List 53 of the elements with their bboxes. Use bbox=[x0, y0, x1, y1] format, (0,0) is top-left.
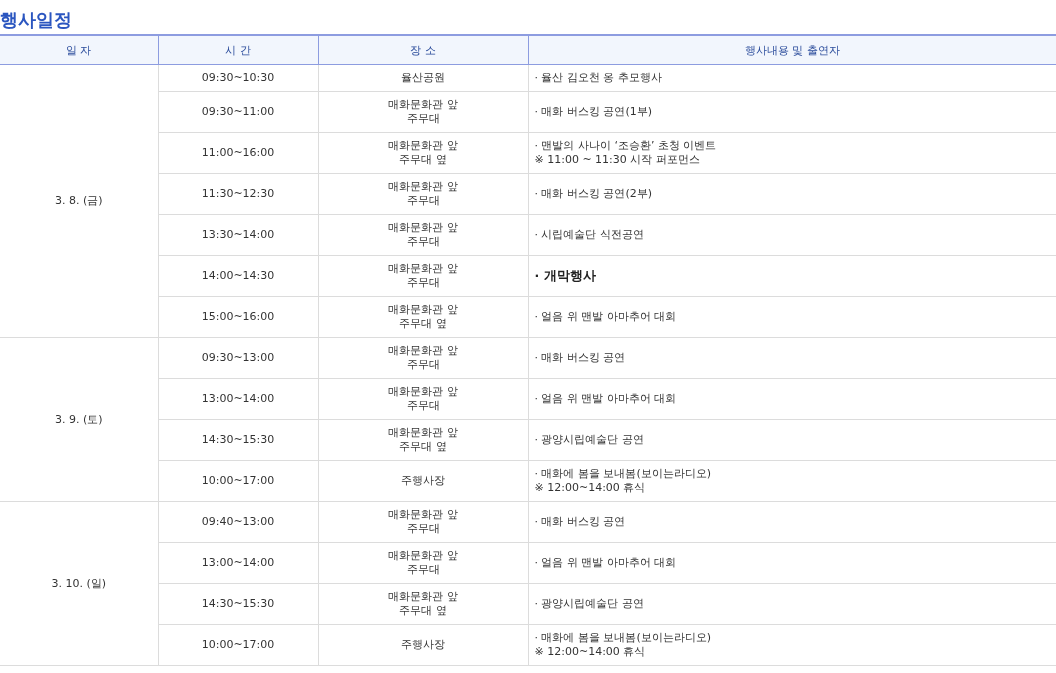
place-cell: 매화문화관 앞 주무대 옆 bbox=[318, 419, 528, 461]
time-cell: 14:00~14:30 bbox=[158, 255, 318, 297]
content-cell: · 매화에 봄을 보내봄(보이는라디오) ※ 12:00~14:00 휴식 bbox=[528, 460, 1056, 502]
content-cell: · 시립예술단 식전공연 bbox=[528, 214, 1056, 256]
time-cell: 13:00~14:00 bbox=[158, 542, 318, 584]
time-cell: 09:30~11:00 bbox=[158, 91, 318, 133]
content-cell: · 매화 버스킹 공연 bbox=[528, 337, 1056, 379]
place-cell: 매화문화관 앞 주무대 bbox=[318, 255, 528, 297]
time-cell: 14:30~15:30 bbox=[158, 583, 318, 625]
place-cell: 매화문화관 앞 주무대 bbox=[318, 214, 528, 256]
column-header: 시 간 bbox=[158, 35, 318, 65]
place-cell: 매화문화관 앞 주무대 bbox=[318, 91, 528, 133]
place-cell: 매화문화관 앞 주무대 bbox=[318, 378, 528, 420]
content-cell: · 얼음 위 맨발 아마추어 대회 bbox=[528, 378, 1056, 420]
time-cell: 14:30~15:30 bbox=[158, 419, 318, 461]
content-cell: · 광양시립예술단 공연 bbox=[528, 583, 1056, 625]
time-cell: 11:30~12:30 bbox=[158, 173, 318, 215]
time-cell: 13:00~14:00 bbox=[158, 378, 318, 420]
content-cell: · 개막행사 bbox=[528, 255, 1056, 297]
date-cell: 3. 8. (금) bbox=[0, 64, 158, 338]
place-cell: 매화문화관 앞 주무대 bbox=[318, 501, 528, 543]
place-cell: 매화문화관 앞 주무대 bbox=[318, 173, 528, 215]
column-header: 일 자 bbox=[0, 35, 158, 65]
content-cell: · 맨발의 사나이 ‘조승환’ 초청 이벤트 ※ 11:00 ~ 11:30 시작 퍼포먼스 bbox=[528, 132, 1056, 174]
date-cell: 3. 10. (일) bbox=[0, 501, 158, 666]
place-cell: 주행사장 bbox=[318, 460, 528, 502]
content-cell: · 매화 버스킹 공연 bbox=[528, 501, 1056, 543]
place-cell: 매화문화관 앞 주무대 bbox=[318, 542, 528, 584]
content-cell: · 광양시립예술단 공연 bbox=[528, 419, 1056, 461]
content-cell: · 매화 버스킹 공연(1부) bbox=[528, 91, 1056, 133]
column-header: 행사내용 및 출연자 bbox=[528, 35, 1056, 65]
place-cell: 매화문화관 앞 주무대 bbox=[318, 337, 528, 379]
time-cell: 13:30~14:00 bbox=[158, 214, 318, 256]
content-cell: · 얼음 위 맨발 아마추어 대회 bbox=[528, 542, 1056, 584]
place-cell: 주행사장 bbox=[318, 624, 528, 666]
content-cell: · 율산 김오천 옹 추모행사 bbox=[528, 64, 1056, 92]
date-cell: 3. 9. (토) bbox=[0, 337, 158, 502]
place-cell: 매화문화관 앞 주무대 옆 bbox=[318, 132, 528, 174]
time-cell: 11:00~16:00 bbox=[158, 132, 318, 174]
time-cell: 09:40~13:00 bbox=[158, 501, 318, 543]
time-cell: 15:00~16:00 bbox=[158, 296, 318, 338]
content-cell: · 매화 버스킹 공연(2부) bbox=[528, 173, 1056, 215]
place-cell: 매화문화관 앞 주무대 옆 bbox=[318, 583, 528, 625]
time-cell: 10:00~17:00 bbox=[158, 460, 318, 502]
time-cell: 09:30~10:30 bbox=[158, 64, 318, 92]
content-cell: · 얼음 위 맨발 아마추어 대회 bbox=[528, 296, 1056, 338]
column-header: 장 소 bbox=[318, 35, 528, 65]
content-cell: · 매화에 봄을 보내봄(보이는라디오) ※ 12:00~14:00 휴식 bbox=[528, 624, 1056, 666]
place-cell: 매화문화관 앞 주무대 옆 bbox=[318, 296, 528, 338]
time-cell: 10:00~17:00 bbox=[158, 624, 318, 666]
page-title: 행사일정 bbox=[0, 8, 73, 32]
place-cell: 율산공원 bbox=[318, 64, 528, 92]
time-cell: 09:30~13:00 bbox=[158, 337, 318, 379]
